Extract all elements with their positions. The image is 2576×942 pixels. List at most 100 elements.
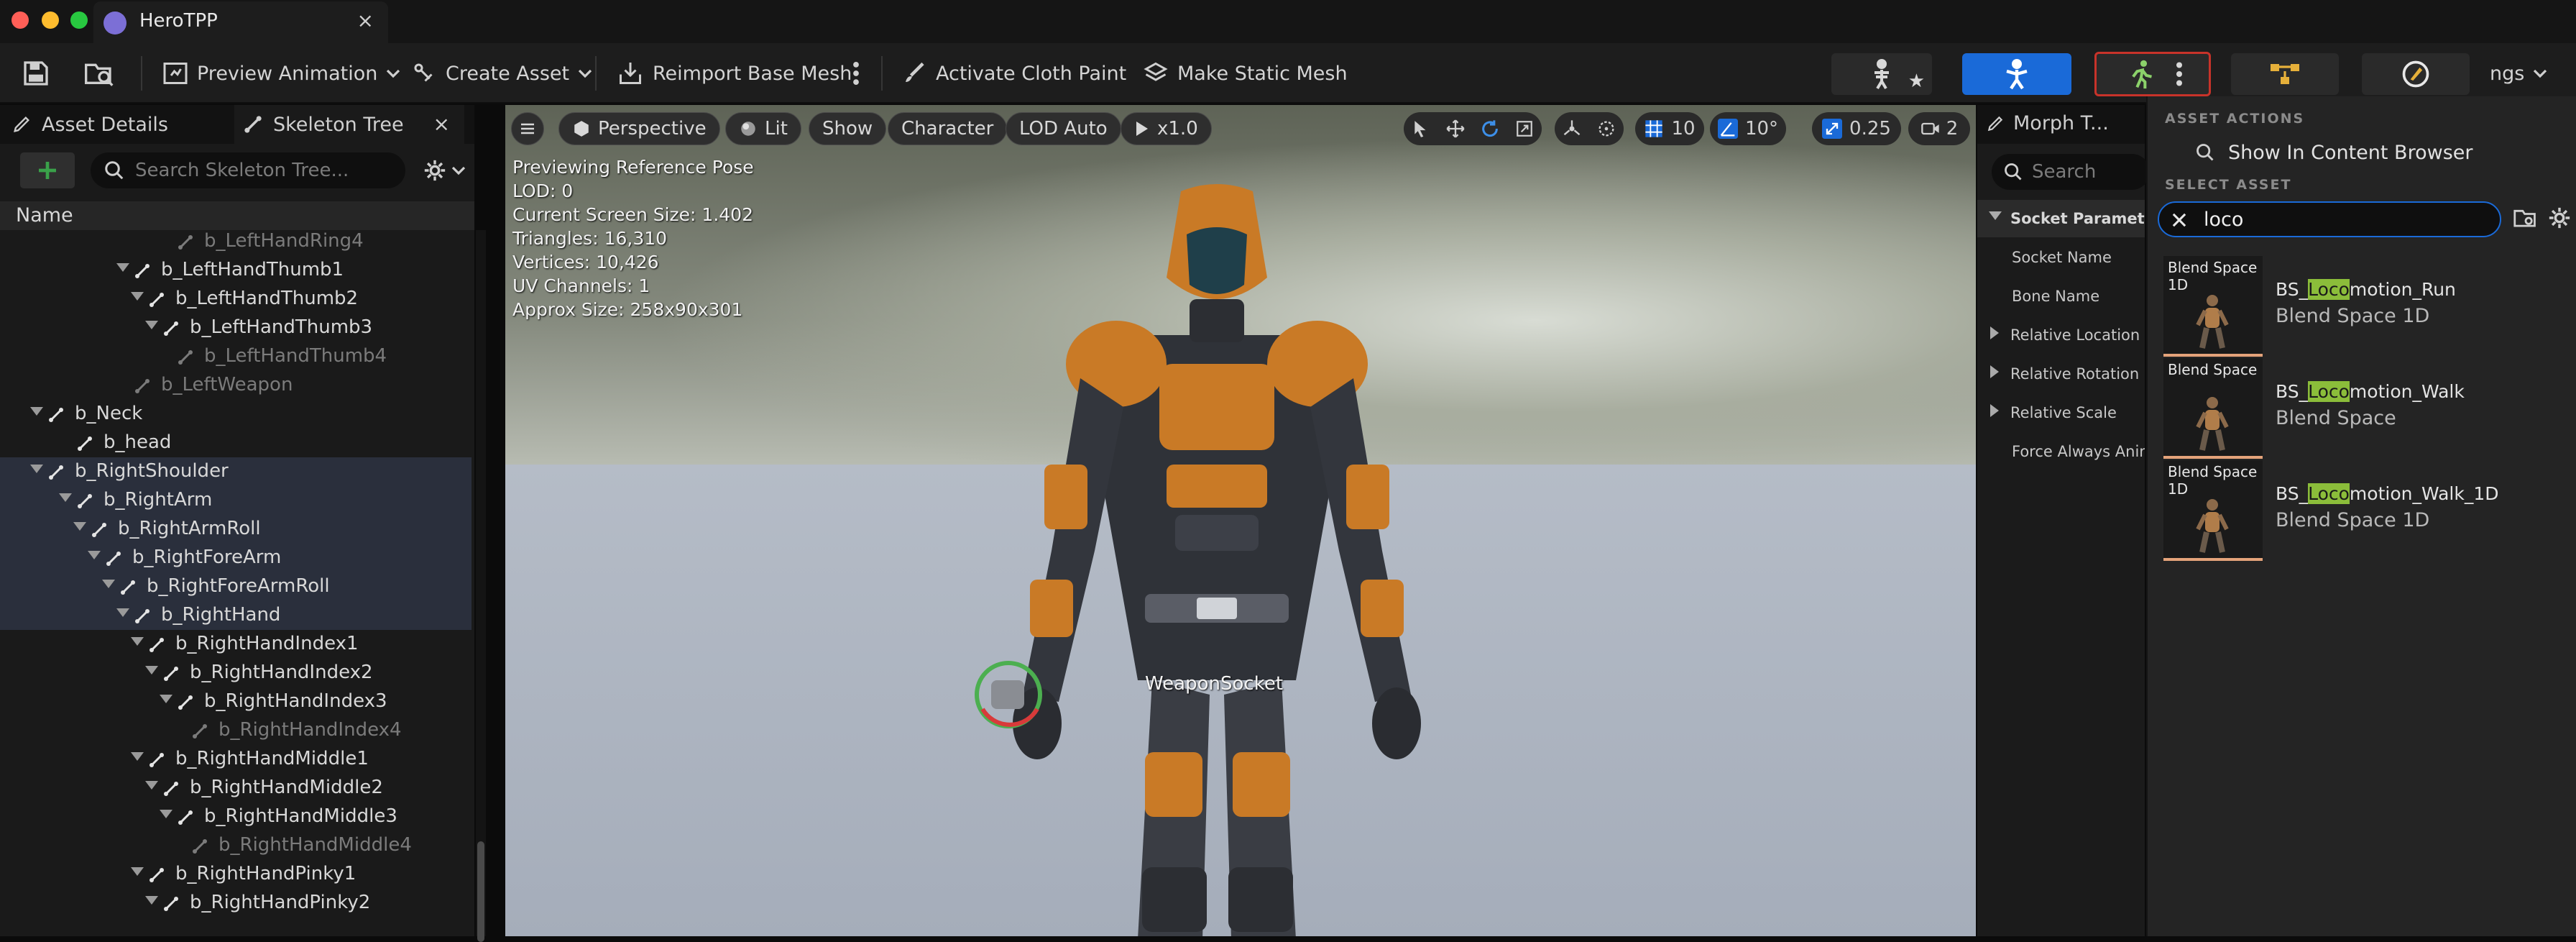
expand-arrow-icon[interactable] [30, 465, 43, 473]
expand-arrow-icon[interactable] [116, 608, 129, 617]
expand-arrow-icon[interactable] [145, 666, 158, 675]
expand-arrow-icon[interactable] [30, 407, 43, 416]
tree-row-bone[interactable]: b_LeftHandThumb4 [0, 342, 472, 371]
browse-asset-button[interactable] [83, 43, 115, 104]
details-property-row[interactable]: Relative Scale [1977, 394, 2145, 431]
expand-arrow-icon[interactable] [88, 551, 101, 559]
details-property-row[interactable]: Socket Name [1977, 239, 2145, 276]
tree-row-bone[interactable]: b_RightForeArm [0, 544, 472, 572]
tree-row-bone[interactable]: b_RightHand [0, 601, 472, 630]
tree-row-bone[interactable]: b_LeftHandRing4 [0, 230, 472, 256]
expand-arrow-icon[interactable] [1990, 404, 1999, 417]
minimize-window-button[interactable] [42, 12, 59, 29]
perspective-button[interactable]: Perspective [558, 112, 720, 145]
tree-row-bone[interactable]: b_RightHandIndex2 [0, 659, 472, 687]
expand-arrow-icon[interactable] [102, 580, 115, 588]
tree-row-bone[interactable]: b_RightHandPinky2 [0, 889, 472, 918]
details-property-row[interactable]: Bone Name [1977, 278, 2145, 315]
tree-row-bone[interactable]: b_RightHandIndex4 [0, 716, 472, 745]
expand-arrow-icon[interactable] [131, 867, 144, 876]
tree-row-bone[interactable]: b_Neck [0, 400, 472, 429]
animation-mode-button[interactable] [2094, 52, 2211, 96]
lit-button[interactable]: Lit [725, 112, 801, 145]
reimport-options-button[interactable] [852, 43, 860, 104]
expand-arrow-icon[interactable] [145, 781, 158, 790]
scale-tool-button[interactable] [1507, 112, 1542, 145]
preview-viewport[interactable]: Perspective Lit Show Character LOD Auto … [505, 105, 1976, 936]
grid-snap-button[interactable]: 10 [1635, 112, 1704, 145]
details-search-input[interactable]: Search [1992, 154, 2150, 190]
details-property-row[interactable]: Relative Location [1977, 316, 2145, 354]
expand-arrow-icon[interactable] [59, 493, 72, 502]
rotate-tool-button[interactable] [1473, 112, 1507, 145]
tree-row-bone[interactable]: b_RightHandIndex1 [0, 630, 472, 659]
rotation-snap-button[interactable]: 10° [1710, 112, 1786, 145]
expand-arrow-icon[interactable] [160, 695, 172, 703]
expand-arrow-icon[interactable] [1990, 365, 1999, 378]
show-button[interactable]: Show [809, 112, 887, 145]
expand-arrow-icon[interactable] [145, 321, 158, 329]
save-button[interactable] [22, 43, 50, 104]
reimport-base-mesh-button[interactable]: Reimport Base Mesh [617, 43, 852, 104]
name-column-header[interactable]: Name [0, 201, 474, 230]
tree-row-bone[interactable]: b_RightHandMiddle1 [0, 745, 472, 774]
tree-row-bone[interactable]: b_RightHandPinky1 [0, 860, 472, 889]
add-bone-button[interactable] [20, 152, 75, 188]
expand-arrow-icon[interactable] [73, 522, 86, 531]
scrollbar-thumb[interactable] [477, 841, 484, 942]
physics-mode-button[interactable] [2362, 53, 2470, 95]
character-button[interactable]: Character [888, 112, 1008, 145]
asset-result-item[interactable]: Blend Space 1D BS_Locomotion_Walk_1D Blend… [2158, 460, 2567, 562]
socket-parameters-section[interactable]: Socket Parameters [1977, 200, 2145, 237]
document-tab[interactable]: HeroTPP × [93, 1, 388, 43]
tab-asset-details[interactable]: Asset Details [12, 105, 168, 144]
expand-arrow-icon[interactable] [116, 263, 129, 272]
tree-row-bone[interactable]: b_RightHandMiddle2 [0, 774, 472, 802]
show-in-content-browser-item[interactable]: Show In Content Browser [2158, 132, 2567, 173]
search-skeleton-input[interactable]: Search Skeleton Tree... [91, 152, 405, 188]
tree-row-bone[interactable]: b_RightArmRoll [0, 515, 472, 544]
asset-result-item[interactable]: Blend Space 1D BS_Locomotion_Run Blend Spa… [2158, 256, 2567, 358]
tab-skeleton-tree[interactable]: Skeleton Tree × [234, 105, 464, 144]
skeleton-mode-button[interactable]: ★ [1831, 53, 1932, 95]
close-window-button[interactable] [12, 12, 29, 29]
expand-arrow-icon[interactable] [131, 292, 144, 301]
expand-arrow-icon[interactable] [131, 752, 144, 761]
tree-scrollbar[interactable] [476, 230, 486, 942]
tab-morph-targets[interactable]: Morph T... [1986, 112, 2109, 134]
camera-speed-button[interactable]: 2 [1908, 112, 1970, 145]
select-tool-button[interactable] [1404, 112, 1438, 145]
scale-snap-button[interactable]: 0.25 [1812, 112, 1901, 145]
activate-cloth-paint-button[interactable]: Activate Cloth Paint [901, 43, 1126, 104]
tree-row-bone[interactable]: b_head [0, 429, 472, 457]
tree-row-bone[interactable]: b_LeftHandThumb1 [0, 256, 472, 285]
settings-button[interactable]: ngs [2490, 43, 2547, 104]
expand-arrow-icon[interactable] [145, 896, 158, 905]
tree-row-bone[interactable]: b_RightHandMiddle3 [0, 802, 472, 831]
tree-row-bone[interactable]: b_LeftWeapon [0, 371, 472, 400]
details-property-row[interactable]: Force Always Anim [1977, 433, 2145, 470]
world-local-button[interactable] [1555, 112, 1589, 145]
tree-row-bone[interactable]: b_RightHandIndex3 [0, 687, 472, 716]
tree-row-bone[interactable]: b_RightForeArmRoll [0, 572, 472, 601]
playback-speed-button[interactable]: x1.0 [1121, 112, 1212, 145]
details-property-row[interactable]: Relative Rotation [1977, 355, 2145, 393]
asset-search-input[interactable]: loco [2158, 201, 2501, 237]
expand-arrow-icon[interactable] [1990, 326, 1999, 339]
asset-picker-settings-button[interactable] [2547, 206, 2572, 230]
translate-tool-button[interactable] [1438, 112, 1473, 145]
weapon-socket-label[interactable]: WeaponSocket [1145, 673, 1283, 695]
maximize-window-button[interactable] [70, 12, 88, 29]
close-tab-icon[interactable]: × [433, 112, 450, 136]
tree-settings-button[interactable] [423, 158, 466, 183]
asset-result-item[interactable]: Blend Space BS_Locomotion_Walk Blend Space [2158, 358, 2567, 460]
tree-row-bone[interactable]: b_RightArm [0, 486, 472, 515]
asset-folder-button[interactable] [2513, 206, 2539, 230]
tree-row-bone[interactable]: b_RightHandMiddle4 [0, 831, 472, 860]
make-static-mesh-button[interactable]: Make Static Mesh [1143, 43, 1348, 104]
blueprint-mode-button[interactable] [2231, 53, 2339, 95]
close-tab-icon[interactable]: × [357, 9, 374, 32]
surface-snap-button[interactable] [1589, 112, 1624, 145]
create-asset-button[interactable]: Create Asset [411, 43, 592, 104]
tree-row-bone[interactable]: b_RightShoulder [0, 457, 472, 486]
